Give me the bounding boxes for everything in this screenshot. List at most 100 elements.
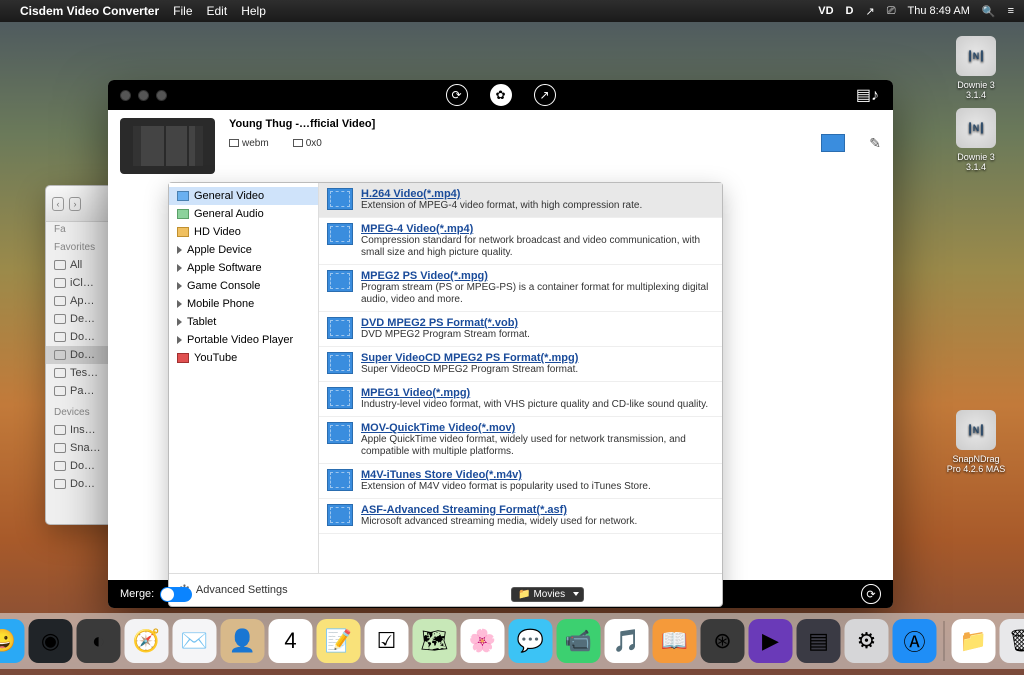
- category-item[interactable]: General Video: [169, 187, 318, 205]
- format-description: Apple QuickTime video format, widely use…: [361, 434, 714, 458]
- status-d-icon[interactable]: D: [846, 5, 854, 17]
- merge-toggle[interactable]: [160, 587, 192, 602]
- format-icon: [327, 223, 353, 245]
- format-item[interactable]: MPEG-4 Video(*.mp4)Compression standard …: [319, 218, 722, 265]
- dock-trash[interactable]: 🗑: [1000, 619, 1024, 663]
- dock-appstore[interactable]: Ⓐ: [893, 619, 937, 663]
- finder-item-label: Do…: [70, 478, 95, 490]
- finder-item-label: Do…: [70, 349, 95, 361]
- dock-calendar[interactable]: 4: [269, 619, 313, 663]
- category-icon: [177, 227, 189, 237]
- download-tab-icon[interactable]: ✿: [490, 84, 512, 106]
- dock: 😀◉◐🧭✉️👤4📝☑🗺🌸💬📹🎵📖⊛▶▤⚙Ⓐ 📁🗑: [0, 613, 1024, 669]
- format-list: H.264 Video(*.mp4)Extension of MPEG-4 vi…: [319, 183, 722, 573]
- zoom-button[interactable]: [156, 90, 167, 101]
- status-share-icon[interactable]: ↗: [865, 5, 874, 18]
- close-button[interactable]: [120, 90, 131, 101]
- category-item[interactable]: HD Video: [169, 223, 318, 241]
- dock-separator: [944, 621, 945, 661]
- dock-dashboard[interactable]: ◐: [77, 619, 121, 663]
- advanced-settings-button[interactable]: Advanced Settings: [196, 584, 288, 596]
- desktop-icon-label: SnapNDrag Pro 4.2.6 MAS: [946, 454, 1006, 474]
- dock-maps[interactable]: 🗺: [413, 619, 457, 663]
- dock-photos[interactable]: 🌸: [461, 619, 505, 663]
- dock-notes[interactable]: 📝: [317, 619, 361, 663]
- menu-list-icon[interactable]: ≡: [1008, 5, 1014, 17]
- dock-siri[interactable]: ◉: [29, 619, 73, 663]
- status-display-icon[interactable]: ⎚: [887, 5, 896, 18]
- category-item[interactable]: Tablet: [169, 313, 318, 331]
- dock-contacts[interactable]: 👤: [221, 619, 265, 663]
- format-item[interactable]: MOV-QuickTime Video(*.mov)Apple QuickTim…: [319, 417, 722, 464]
- format-item[interactable]: DVD MPEG2 PS Format(*.vob)DVD MPEG2 Prog…: [319, 312, 722, 347]
- playlist-icon[interactable]: ▤♪: [856, 85, 879, 105]
- format-name: DVD MPEG2 PS Format(*.vob): [361, 317, 714, 329]
- format-item[interactable]: M4V-iTunes Store Video(*.m4v)Extension o…: [319, 464, 722, 499]
- dock-appstore-alt[interactable]: ⊛: [701, 619, 745, 663]
- share-tab-icon[interactable]: ↗: [534, 84, 556, 106]
- menu-help[interactable]: Help: [241, 4, 266, 18]
- dock-activity[interactable]: ▤: [797, 619, 841, 663]
- category-icon: [177, 246, 182, 254]
- start-convert-button[interactable]: ⟳: [861, 584, 881, 604]
- format-picker-button[interactable]: [821, 134, 845, 152]
- category-item[interactable]: Game Console: [169, 277, 318, 295]
- format-item[interactable]: Super VideoCD MPEG2 PS Format(*.mpg)Supe…: [319, 347, 722, 382]
- dock-ibooks[interactable]: 📖: [653, 619, 697, 663]
- menu-app-name[interactable]: Cisdem Video Converter: [20, 4, 159, 18]
- cisdem-window: ⟳ ✿ ↗ ▤♪ Young Thug -…fficial Video] web…: [108, 80, 893, 608]
- dock-facetime[interactable]: 📹: [557, 619, 601, 663]
- format-item[interactable]: MPEG2 PS Video(*.mpg)Program stream (PS …: [319, 265, 722, 312]
- format-icon: [327, 188, 353, 210]
- category-item[interactable]: Apple Device: [169, 241, 318, 259]
- menu-edit[interactable]: Edit: [207, 4, 228, 18]
- status-vd-icon[interactable]: VD: [818, 5, 833, 17]
- output-folder-dropdown[interactable]: 📁 Movies: [511, 587, 584, 602]
- category-label: General Video: [194, 190, 264, 202]
- menubar-clock[interactable]: Thu 8:49 AM: [908, 5, 970, 17]
- titlebar: ⟳ ✿ ↗ ▤♪: [108, 80, 893, 110]
- category-label: Game Console: [187, 280, 260, 292]
- nav-forward-button[interactable]: ›: [69, 197, 81, 211]
- video-thumbnail[interactable]: [120, 118, 215, 174]
- dock-safari[interactable]: 🧭: [125, 619, 169, 663]
- desktop-icon[interactable]: ┃N┃Downie 3 3.1.4: [946, 36, 1006, 100]
- dock-finder[interactable]: 😀: [0, 619, 25, 663]
- merge-label: Merge:: [120, 588, 154, 600]
- desktop-icon[interactable]: ┃N┃Downie 3 3.1.4: [946, 108, 1006, 172]
- format-description: Program stream (PS or MPEG-PS) is a cont…: [361, 282, 714, 306]
- dock-itunes[interactable]: 🎵: [605, 619, 649, 663]
- category-label: YouTube: [194, 352, 237, 364]
- format-item[interactable]: ASF-Advanced Streaming Format(*.asf)Micr…: [319, 499, 722, 534]
- format-name: H.264 Video(*.mp4): [361, 188, 714, 200]
- dock-reminders[interactable]: ☑: [365, 619, 409, 663]
- dock-messages[interactable]: 💬: [509, 619, 553, 663]
- convert-tab-icon[interactable]: ⟳: [446, 84, 468, 106]
- category-item[interactable]: Mobile Phone: [169, 295, 318, 313]
- category-item[interactable]: General Audio: [169, 205, 318, 223]
- category-item[interactable]: Portable Video Player: [169, 331, 318, 349]
- format-badge-icon: [229, 139, 239, 147]
- spotlight-icon[interactable]: 🔍: [982, 5, 996, 18]
- format-item[interactable]: H.264 Video(*.mp4)Extension of MPEG-4 vi…: [319, 183, 722, 218]
- category-item[interactable]: YouTube: [169, 349, 318, 367]
- finder-item-label: Ins…: [70, 424, 96, 436]
- format-icon: [327, 469, 353, 491]
- format-name: MPEG2 PS Video(*.mpg): [361, 270, 714, 282]
- dock-cisdem[interactable]: ▶: [749, 619, 793, 663]
- category-item[interactable]: Apple Software: [169, 259, 318, 277]
- menu-file[interactable]: File: [173, 4, 192, 18]
- video-dimensions: 0x0: [306, 138, 322, 149]
- format-description: Microsoft advanced streaming media, wide…: [361, 516, 714, 528]
- format-item[interactable]: MPEG1 Video(*.mpg)Industry-level video f…: [319, 382, 722, 417]
- edit-icon[interactable]: ✎: [869, 135, 881, 152]
- desktop-icon[interactable]: ┃N┃SnapNDrag Pro 4.2.6 MAS: [946, 410, 1006, 474]
- finder-item-label: Tes…: [70, 367, 98, 379]
- folder-icon: [54, 479, 66, 489]
- dock-mail[interactable]: ✉️: [173, 619, 217, 663]
- nav-back-button[interactable]: ‹: [52, 197, 64, 211]
- minimize-button[interactable]: [138, 90, 149, 101]
- dock-downloads[interactable]: 📁: [952, 619, 996, 663]
- dock-settings[interactable]: ⚙: [845, 619, 889, 663]
- format-description: Extension of MPEG-4 video format, with h…: [361, 200, 714, 212]
